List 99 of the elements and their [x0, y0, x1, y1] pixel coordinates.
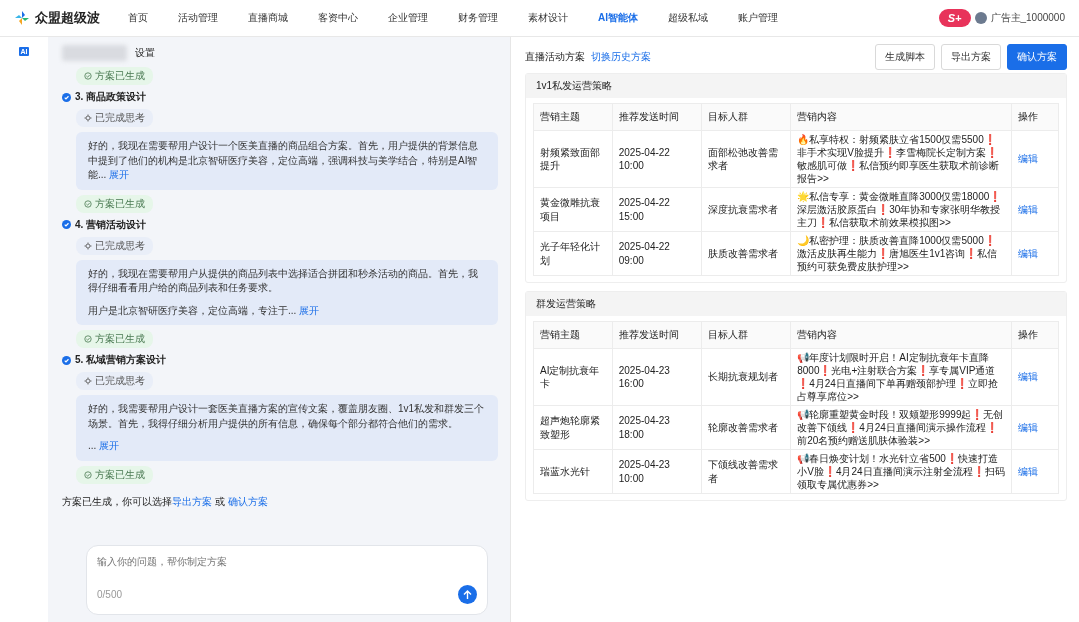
- table-cell: 🌙私密护理：肤质改善直降1000仅需5000❗激活皮肤再生能力❗唐旭医生1v1咨询❗私信预约可获免费皮肤护理>>: [790, 231, 1012, 276]
- message-text: ... 展开: [88, 439, 121, 453]
- message-text: 好的，我现在需要帮用户从提供的商品列表中选择适合拼团和秒杀活动的商品。首先，我得仔细看看用户给的商品列表和任务要求。: [88, 266, 479, 295]
- gear-icon: [84, 114, 92, 122]
- check-circle-icon: [84, 199, 92, 208]
- action-button[interactable]: 生成脚本: [875, 44, 935, 70]
- table-cell: AI定制抗衰年卡: [533, 348, 613, 406]
- table-cell: 2025-04-22 09:00: [612, 231, 702, 276]
- column-header: 营销内容: [790, 321, 1012, 349]
- table-cell: 面部松弛改善需求者: [701, 130, 791, 188]
- avatar-icon[interactable]: [974, 12, 987, 24]
- gear-icon: [84, 377, 92, 385]
- summary-text: 方案已生成，你可以选择导出方案 或 确认方案: [62, 494, 269, 509]
- thinking-tag[interactable]: 已完成思考: [76, 372, 153, 390]
- question-field[interactable]: 输入你的问题，帮你制定方案: [97, 556, 477, 567]
- membership-badge[interactable]: S+: [938, 9, 971, 27]
- expand-link[interactable]: 展开: [299, 304, 320, 316]
- check-badge-icon: [62, 92, 71, 102]
- thinking-tag[interactable]: 已完成思考: [76, 109, 153, 127]
- confirm-link[interactable]: 确认方案: [227, 495, 268, 507]
- table-cell: 📢年度计划限时开启！AI定制抗衰年卡直降8000❗光电+注射联合方案❗享专属VIP通道❗4月24日直播间下单再赠颈部护理❗立即抢占尊享席位>>: [790, 348, 1012, 406]
- edit-link[interactable]: 编辑: [1017, 371, 1038, 383]
- column-header: 营销主题: [533, 321, 613, 349]
- table-cell: 深度抗衰需求者: [701, 187, 791, 232]
- gear-icon: [84, 241, 92, 250]
- nav-item[interactable]: 活动管理: [178, 11, 218, 25]
- plan-title: 直播活动方案: [525, 50, 585, 64]
- status-tag: 方案已生成: [76, 67, 153, 85]
- table-cell: 黄金微雕抗衰项目: [533, 187, 613, 232]
- check-badge-icon: [62, 220, 71, 229]
- char-counter: 0/500: [97, 589, 123, 600]
- column-header: 目标人群: [701, 103, 791, 131]
- table-cell: 📢春日焕变计划！水光针立省500❗快速打造小V脸❗4月24日直播间演示注射全流程❗扫码领取专属优惠券>>: [790, 449, 1012, 494]
- check-circle-icon: [84, 335, 92, 343]
- column-header: 营销主题: [533, 103, 613, 131]
- action-button[interactable]: 导出方案: [941, 44, 1001, 70]
- step-title: 5. 私域营销方案设计: [75, 353, 167, 367]
- table-cell: 2025-04-23 10:00: [612, 449, 702, 494]
- edit-link[interactable]: 编辑: [1017, 247, 1038, 259]
- logo-icon: [14, 10, 30, 26]
- nav-item[interactable]: 超级私域: [668, 11, 708, 25]
- table-cell: 2025-04-23 18:00: [612, 405, 702, 450]
- table-cell: 2025-04-22 10:00: [612, 130, 702, 188]
- nav-item[interactable]: 账户管理: [738, 11, 778, 25]
- chat-title: 设置: [135, 46, 155, 60]
- table-cell: 肤质改善需求者: [701, 231, 791, 276]
- table-cell: 光子年轻化计划: [533, 231, 613, 276]
- check-circle-icon: [84, 72, 92, 80]
- column-header: 操作: [1011, 321, 1059, 349]
- user-name[interactable]: 广告主_1000000: [990, 11, 1065, 25]
- table-cell: 2025-04-22 15:00: [612, 187, 702, 232]
- table-cell: 下颌线改善需求者: [701, 449, 791, 494]
- table-cell: 射频紧致面部提升: [533, 130, 613, 188]
- nav-item[interactable]: 财务管理: [458, 11, 498, 25]
- blurred-name: [62, 45, 127, 61]
- check-circle-icon: [84, 470, 92, 479]
- export-link[interactable]: 导出方案: [172, 495, 212, 507]
- expand-link[interactable]: 展开: [99, 440, 120, 451]
- table-cell: 2025-04-23 16:00: [612, 348, 702, 406]
- arrow-up-icon: [463, 589, 472, 600]
- column-header: 推荐发送时间: [612, 321, 702, 349]
- logo-text: 众盟超级波: [35, 9, 100, 27]
- panel-title: 1v1私发运营策略: [526, 74, 1066, 98]
- edit-link[interactable]: 编辑: [1017, 153, 1038, 165]
- table-cell: 长期抗衰规划者: [701, 348, 791, 406]
- nav-item[interactable]: 企业管理: [388, 11, 428, 25]
- status-tag: 方案已生成: [76, 194, 153, 213]
- nav-item[interactable]: 首页: [128, 11, 148, 25]
- send-button[interactable]: [458, 585, 477, 604]
- table-cell: 🌟私信专享：黄金微雕直降3000仅需18000❗深层激活胶原蛋白❗30年协和专家张明华教授主刀❗私信获取术前效果模拟图>>: [790, 187, 1012, 232]
- table-cell: 轮廓改善需求者: [701, 405, 791, 450]
- edit-link[interactable]: 编辑: [1017, 203, 1038, 215]
- thinking-tag[interactable]: 已完成思考: [76, 236, 153, 255]
- status-tag: 方案已生成: [76, 465, 153, 484]
- nav-item[interactable]: 素材设计: [528, 11, 568, 25]
- check-badge-icon: [62, 355, 71, 365]
- panel-title: 群发运营策略: [526, 292, 1066, 316]
- history-link[interactable]: 切换历史方案: [591, 50, 651, 64]
- nav-item[interactable]: AI智能体: [598, 11, 638, 25]
- status-tag: 方案已生成: [76, 330, 153, 348]
- nav-item[interactable]: 直播商城: [248, 11, 288, 25]
- column-header: 推荐发送时间: [612, 103, 702, 131]
- edit-link[interactable]: 编辑: [1017, 465, 1038, 477]
- column-header: 操作: [1011, 103, 1059, 131]
- table-cell: 🔥私享特权：射频紧肤立省1500仅需5500❗非手术实现V脸提升❗李雪梅院长定制方案❗敏感肌可做❗私信预约即享医生获取术前诊断报告>>: [790, 130, 1012, 188]
- table-cell: 📢轮廓重塑黄金时段！双颊塑形9999起❗无创改善下颌线❗4月24日直播间演示操作流程❗前20名预约赠送肌肤体验装>>: [790, 405, 1012, 450]
- message-text: 好的，我需要帮用户设计一套医美直播方案的宣传文案，覆盖朋友圈、1v1私发和群发三个场景。首先，我得仔细分析用户提供的所有信息，确保每个部分都符合他们的需求。: [88, 402, 486, 431]
- column-header: 营销内容: [790, 103, 1012, 131]
- nav-item[interactable]: 客资中心: [318, 11, 358, 25]
- message-text: 用户是北京智研医疗美容，定位高端，专注于... 展开: [88, 303, 321, 318]
- table-cell: 超声炮轮廓紧致塑形: [533, 405, 613, 450]
- edit-link[interactable]: 编辑: [1017, 421, 1038, 433]
- step-title: 3. 商品政策设计: [75, 90, 147, 104]
- expand-link[interactable]: 展开: [109, 169, 130, 180]
- table-cell: 瑞蓝水光针: [533, 449, 613, 494]
- action-button[interactable]: 确认方案: [1007, 44, 1067, 70]
- column-header: 目标人群: [701, 321, 791, 349]
- step-title: 4. 营销活动设计: [75, 217, 147, 232]
- message-text: 好的，我现在需要帮用户设计一个医美直播的商品组合方案。首先，用户提供的背景信息中提到了他们的机构是北京智研医疗美容，定位高端，强调科技与美学结合，特别是AI智能... 展开: [88, 139, 479, 182]
